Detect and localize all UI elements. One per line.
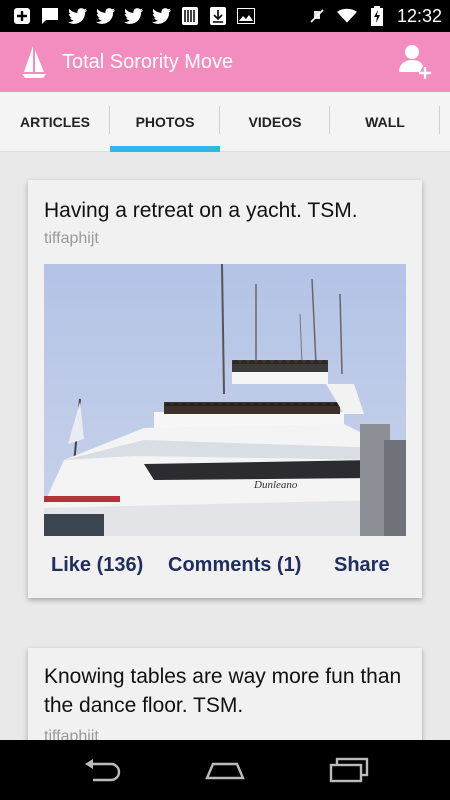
tab-label: ARTICLES [20,114,90,130]
tab-videos[interactable]: VIDEOS [220,92,330,152]
tab-active-indicator [110,146,220,152]
twitter-icon [96,7,116,25]
back-icon[interactable] [76,754,126,786]
twitter-icon [68,7,88,25]
share-button[interactable]: Share [334,554,390,577]
tab-overflow [440,92,450,152]
tab-label: PHOTOS [135,114,195,130]
tab-label: WALL [365,114,405,130]
add-notification-icon [12,7,32,25]
navigation-bar [0,740,450,800]
post-author[interactable]: tiffaphijt [44,230,99,248]
wifi-icon [336,7,357,25]
yacht-name: Dunleano [253,479,298,491]
notification-icons [0,0,256,32]
post-actions: Like (136) Comments (1) Share [28,552,422,584]
tab-photos[interactable]: PHOTOS [110,92,220,152]
post-title: Having a retreat on a yacht. TSM. [44,199,358,222]
recent-apps-icon[interactable] [324,754,374,786]
comments-button[interactable]: Comments (1) [168,554,301,577]
muted-icon [307,7,327,25]
tab-label: VIDEOS [248,114,302,130]
post-title: Knowing tables are way more fun than the… [44,665,402,717]
sailboat-icon[interactable] [20,44,48,80]
post-card[interactable]: Having a retreat on a yacht. TSM. tiffap… [28,180,422,598]
clock: 12:32 [396,5,442,26]
app-title: Total Sorority Move [62,50,234,73]
system-status: 12:32 [307,0,442,32]
post-photo[interactable]: Dunleano [44,264,406,536]
action-bar: Total Sorority Move [0,32,450,92]
twitter-icon [124,7,144,25]
download-icon [208,7,228,25]
barcode-icon [180,7,200,25]
like-button[interactable]: Like (136) [51,554,143,577]
add-user-icon[interactable] [398,42,434,82]
chat-notification-icon [40,7,60,25]
home-icon[interactable] [200,754,250,786]
status-bar: 12:32 [0,0,450,32]
image-icon [236,7,256,25]
twitter-icon [152,7,172,25]
tab-wall[interactable]: WALL [330,92,440,152]
battery-charging-icon [367,6,387,26]
tab-articles[interactable]: ARTICLES [0,92,110,152]
tab-bar: ARTICLES PHOTOS VIDEOS WALL [0,92,450,152]
